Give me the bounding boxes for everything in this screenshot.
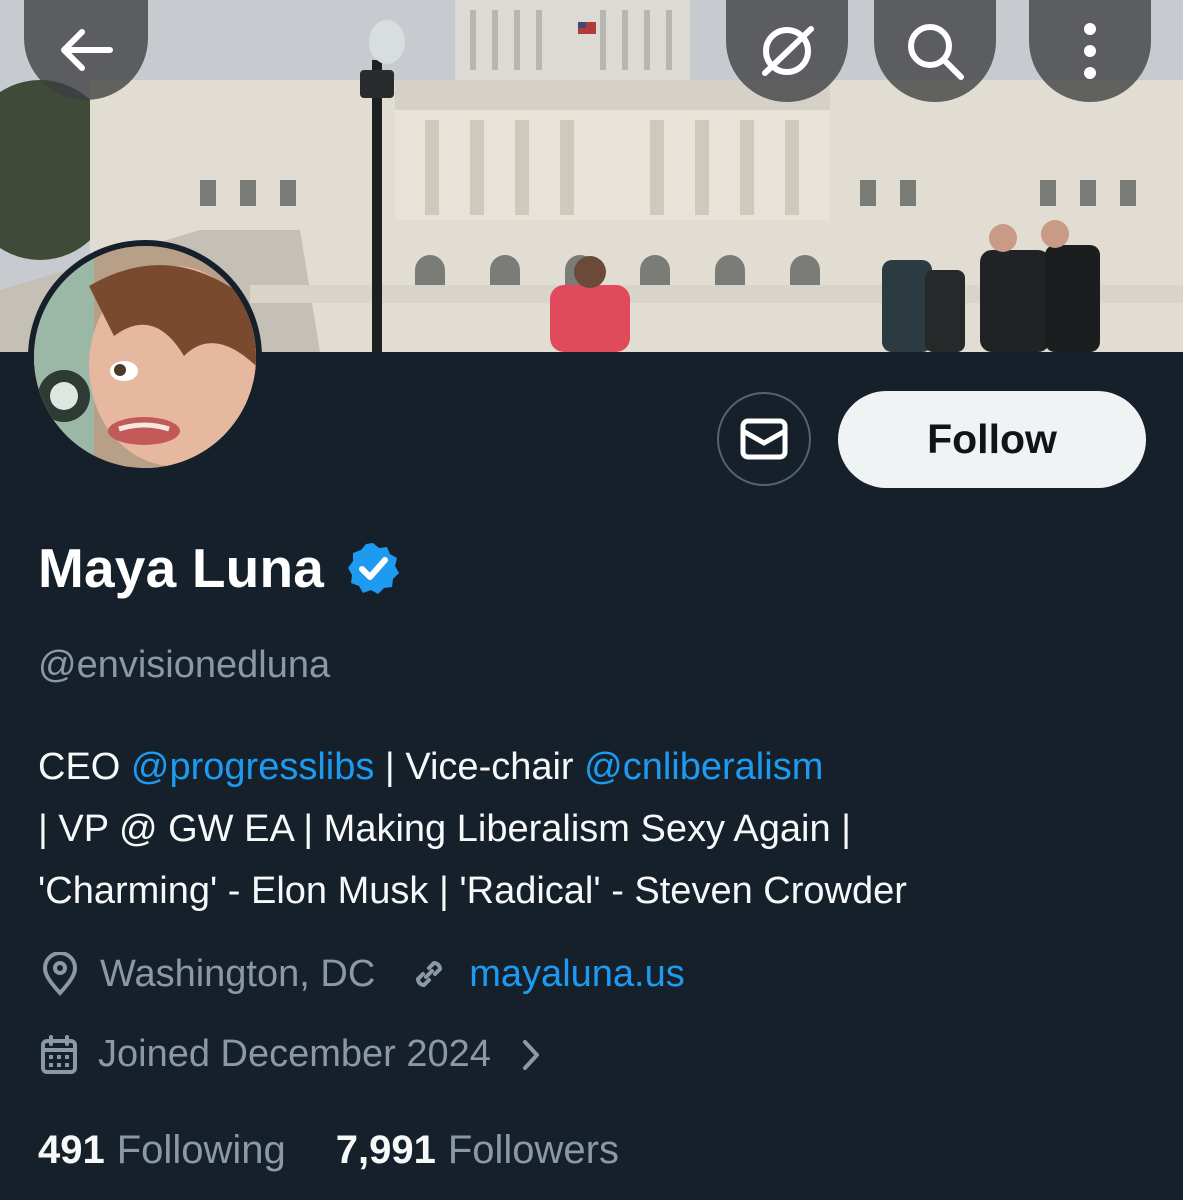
- joined-row[interactable]: Joined December 2024: [40, 1033, 561, 1076]
- location-pin-icon: [40, 952, 80, 996]
- avatar-image: [34, 246, 256, 468]
- link-icon: [409, 954, 449, 994]
- bio-text: | Vice-chair: [374, 746, 585, 788]
- joined-date: Joined December 2024: [98, 1033, 491, 1075]
- message-button[interactable]: [717, 392, 811, 486]
- chevron-right-icon: [521, 1038, 541, 1072]
- profile-bio: CEO @progresslibs | Vice-chair @cnlibera…: [38, 736, 1148, 922]
- bio-text: CEO: [38, 746, 131, 788]
- followers-count: 7,991: [335, 1128, 436, 1172]
- bio-text: 'Charming' - Elon Musk | 'Radical' - Ste…: [38, 870, 907, 912]
- follow-stats: 491 Following 7,991 Followers: [38, 1128, 619, 1173]
- website-link[interactable]: mayaluna.us: [469, 953, 684, 996]
- profile-handle: @envisionedluna: [38, 644, 331, 686]
- grok-icon: [762, 26, 814, 76]
- calendar-icon: [40, 1034, 78, 1075]
- verified-badge-icon[interactable]: [346, 541, 400, 595]
- bio-line: CEO @progresslibs | Vice-chair @cnlibera…: [38, 736, 1148, 798]
- display-name: Maya Luna: [38, 537, 325, 599]
- followers-label: Followers: [447, 1128, 619, 1172]
- following-count: 491: [38, 1128, 105, 1172]
- location-text: Washington, DC: [100, 952, 376, 995]
- arrow-left-icon: [61, 29, 113, 71]
- profile-name-row: Maya Luna: [38, 532, 400, 604]
- bio-mention-link[interactable]: @cnliberalism: [584, 746, 823, 788]
- bio-line: | VP @ GW EA | Making Liberalism Sexy Ag…: [38, 798, 1148, 860]
- bio-text: | VP @ GW EA | Making Liberalism Sexy Ag…: [38, 808, 852, 850]
- search-icon: [908, 24, 964, 80]
- following-label: Following: [116, 1128, 286, 1172]
- followers-link[interactable]: 7,991 Followers: [336, 1128, 619, 1173]
- mail-icon: [740, 418, 788, 460]
- profile-avatar[interactable]: [28, 240, 262, 474]
- follow-button[interactable]: Follow: [838, 391, 1146, 488]
- following-link[interactable]: 491 Following: [38, 1128, 286, 1173]
- more-vertical-icon: [1084, 23, 1096, 79]
- bio-mention-link[interactable]: @progresslibs: [131, 746, 374, 788]
- profile-meta-row: Washington, DC mayaluna.us: [40, 952, 685, 996]
- bio-line: 'Charming' - Elon Musk | 'Radical' - Ste…: [38, 860, 1148, 922]
